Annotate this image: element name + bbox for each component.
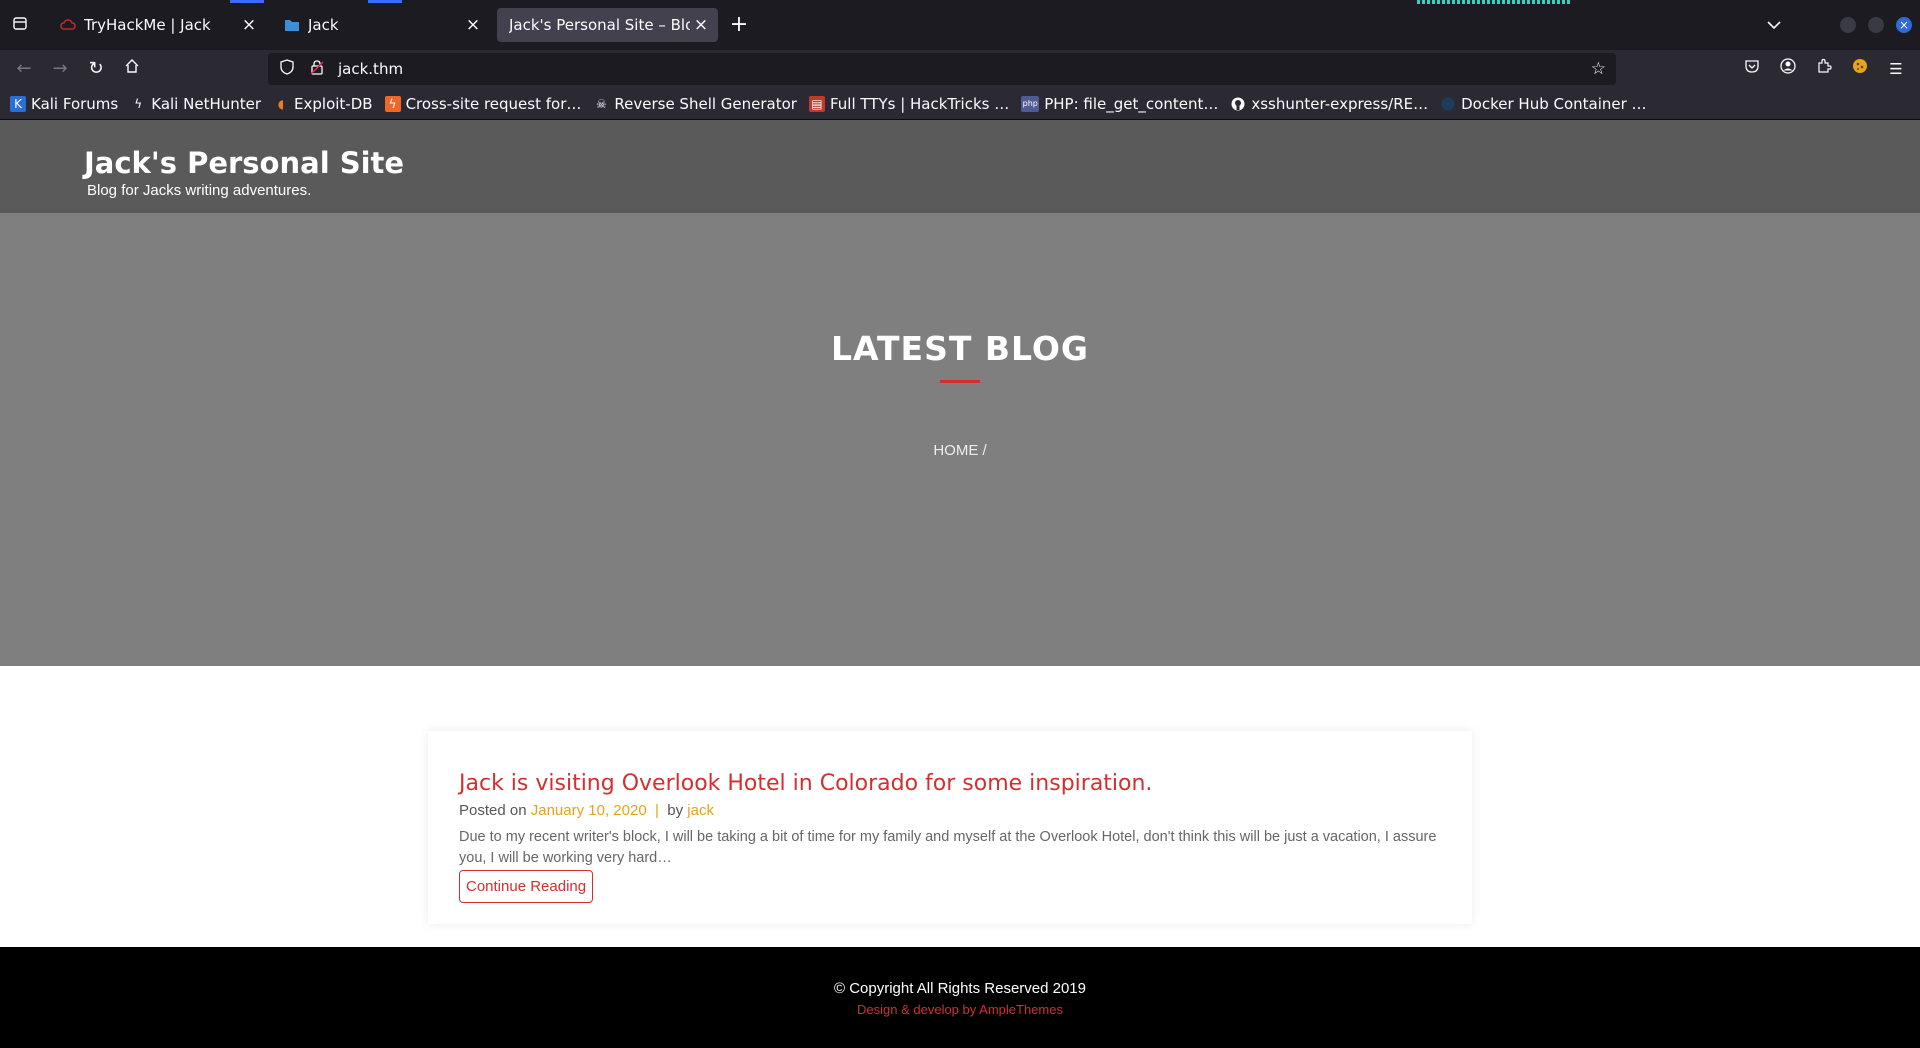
site-footer: © Copyright All Rights Reserved 2019 Des… xyxy=(0,947,1920,1048)
continue-reading-button[interactable]: Continue Reading xyxy=(459,870,594,903)
bookmark-label: Full TTYs | HackTricks … xyxy=(829,94,1010,113)
bookmark-exploit-db[interactable]: ◖ Exploit-DB xyxy=(273,95,373,113)
theme-credits-link[interactable]: Design & develop by AmpleThemes xyxy=(0,1002,1920,1017)
bookmark-label: PHP: file_get_content… xyxy=(1044,94,1219,113)
bookmark-docker-hub[interactable]: Docker Hub Container … xyxy=(1440,94,1647,113)
php-icon: php xyxy=(1021,95,1040,112)
shield-icon[interactable] xyxy=(276,59,298,79)
web-page-viewport: Jack's Personal Site Blog for Jacks writ… xyxy=(0,120,1920,1048)
site-title-link[interactable]: Jack's Personal Site xyxy=(84,146,404,180)
tab-jack-folder[interactable]: Jack × xyxy=(272,8,490,42)
address-bar[interactable]: jack.thm ☆ xyxy=(268,53,1616,85)
title-underline xyxy=(940,380,980,383)
new-tab-plus-icon[interactable]: + xyxy=(727,14,751,38)
bookmark-label: xsshunter-express/RE… xyxy=(1251,94,1429,113)
tab-title: Jack xyxy=(308,16,339,34)
kali-icon: K xyxy=(10,95,26,112)
bookmark-label: Kali NetHunter xyxy=(151,94,262,113)
hacktricks-icon: ▤ xyxy=(808,95,825,112)
skull-icon: ☠ xyxy=(595,96,607,111)
tab-title: Jack's Personal Site – Blog fo xyxy=(509,16,690,34)
bookmark-reverse-shell-generator[interactable]: ☠ Reverse Shell Generator xyxy=(593,95,797,113)
extensions-icon[interactable] xyxy=(1812,57,1836,81)
tab-tryhackme[interactable]: TryHackMe | Jack × xyxy=(48,8,266,42)
activity-strip xyxy=(1417,0,1571,4)
tryhackme-cloud-icon xyxy=(60,17,76,33)
close-icon[interactable]: × xyxy=(690,14,712,36)
breadcrumb-home-link[interactable]: HOME / xyxy=(933,442,986,459)
bookmark-kali-nethunter[interactable]: ϟ Kali NetHunter xyxy=(130,95,261,113)
github-icon xyxy=(1230,96,1246,112)
browser-nav-bar: ← → ↻ jack.thm ☆ ☰ xyxy=(0,50,1920,88)
post-date-link[interactable]: January 10, 2020 xyxy=(531,802,647,819)
home-icon[interactable] xyxy=(120,57,144,81)
browser-tab-bar: TryHackMe | Jack × Jack × Jack's Persona… xyxy=(0,0,1920,50)
bookmark-label: Exploit-DB xyxy=(294,94,373,113)
bookmark-xsshunter[interactable]: xsshunter-express/RE… xyxy=(1230,95,1428,113)
bookmarks-toolbar: K Kali Forums ϟ Kali NetHunter ◖ Exploit… xyxy=(0,88,1920,120)
bookmark-label: Docker Hub Container … xyxy=(1461,94,1647,113)
post-title-link[interactable]: Jack is visiting Overlook Hotel in Color… xyxy=(459,771,1152,796)
bookmark-label: Cross-site request for… xyxy=(405,94,582,113)
meta-separator: | xyxy=(655,802,659,819)
close-icon[interactable]: × xyxy=(462,14,484,36)
site-tagline: Blog for Jacks writing adventures. xyxy=(87,182,312,199)
bookmark-kali-forums[interactable]: K Kali Forums xyxy=(10,95,118,113)
post-excerpt: Due to my recent writer's block, I will … xyxy=(459,829,1437,866)
post-author-link[interactable]: jack xyxy=(687,802,714,819)
page-banner: LATEST BLOG HOME / xyxy=(0,213,1920,666)
close-window-button[interactable]: × xyxy=(1896,17,1912,33)
copyright-text: © Copyright All Rights Reserved 2019 xyxy=(833,980,1086,997)
hamburger-menu-icon[interactable]: ☰ xyxy=(1884,57,1908,81)
post-meta: Posted on January 10, 2020 | by jack xyxy=(459,802,714,819)
docker-icon xyxy=(1440,96,1456,112)
tab-title: TryHackMe | Jack xyxy=(84,16,211,34)
close-icon[interactable]: × xyxy=(238,14,260,36)
bookmark-label: Kali Forums xyxy=(31,94,119,113)
bookmark-csrf[interactable]: ϟ Cross-site request for… xyxy=(384,94,582,113)
reload-icon[interactable]: ↻ xyxy=(84,57,108,81)
account-icon[interactable] xyxy=(1776,57,1800,81)
bookmark-hacktricks[interactable]: ▤ Full TTYs | HackTricks … xyxy=(808,94,1010,113)
tab-loading-indicator xyxy=(368,0,402,3)
site-header: Jack's Personal Site Blog for Jacks writ… xyxy=(0,120,1920,213)
maximize-window-button[interactable] xyxy=(1868,17,1884,33)
extension-cookie-icon[interactable] xyxy=(1848,57,1872,81)
blog-post-card: Jack is visiting Overlook Hotel in Color… xyxy=(428,731,1472,924)
chevron-down-icon[interactable] xyxy=(1762,14,1786,38)
minimize-window-button[interactable] xyxy=(1840,17,1856,33)
posted-on-label: Posted on xyxy=(459,802,527,819)
page-title: LATEST BLOG xyxy=(831,329,1089,368)
breadcrumb: HOME / xyxy=(0,442,1920,459)
folder-icon xyxy=(284,17,300,33)
pocket-icon[interactable] xyxy=(1740,57,1764,81)
url-text[interactable]: jack.thm xyxy=(338,60,1591,78)
back-arrow-icon[interactable]: ← xyxy=(12,57,36,81)
tab-loading-indicator xyxy=(230,0,264,3)
nethunter-icon: ϟ xyxy=(134,96,143,111)
bookmark-label: Reverse Shell Generator xyxy=(614,94,797,113)
exploitdb-icon: ◖ xyxy=(277,96,285,111)
insecure-lock-icon[interactable] xyxy=(306,59,328,79)
bookmark-star-icon[interactable]: ☆ xyxy=(1591,59,1606,79)
forward-arrow-icon[interactable]: → xyxy=(48,57,72,81)
bookmark-php-file-get-contents[interactable]: php PHP: file_get_content… xyxy=(1021,95,1218,113)
portswigger-icon: ϟ xyxy=(384,95,401,112)
tab-jacks-personal-site[interactable]: Jack's Personal Site – Blog fo × xyxy=(497,8,718,42)
by-label: by xyxy=(667,802,684,819)
tab-list-icon[interactable] xyxy=(8,14,32,38)
